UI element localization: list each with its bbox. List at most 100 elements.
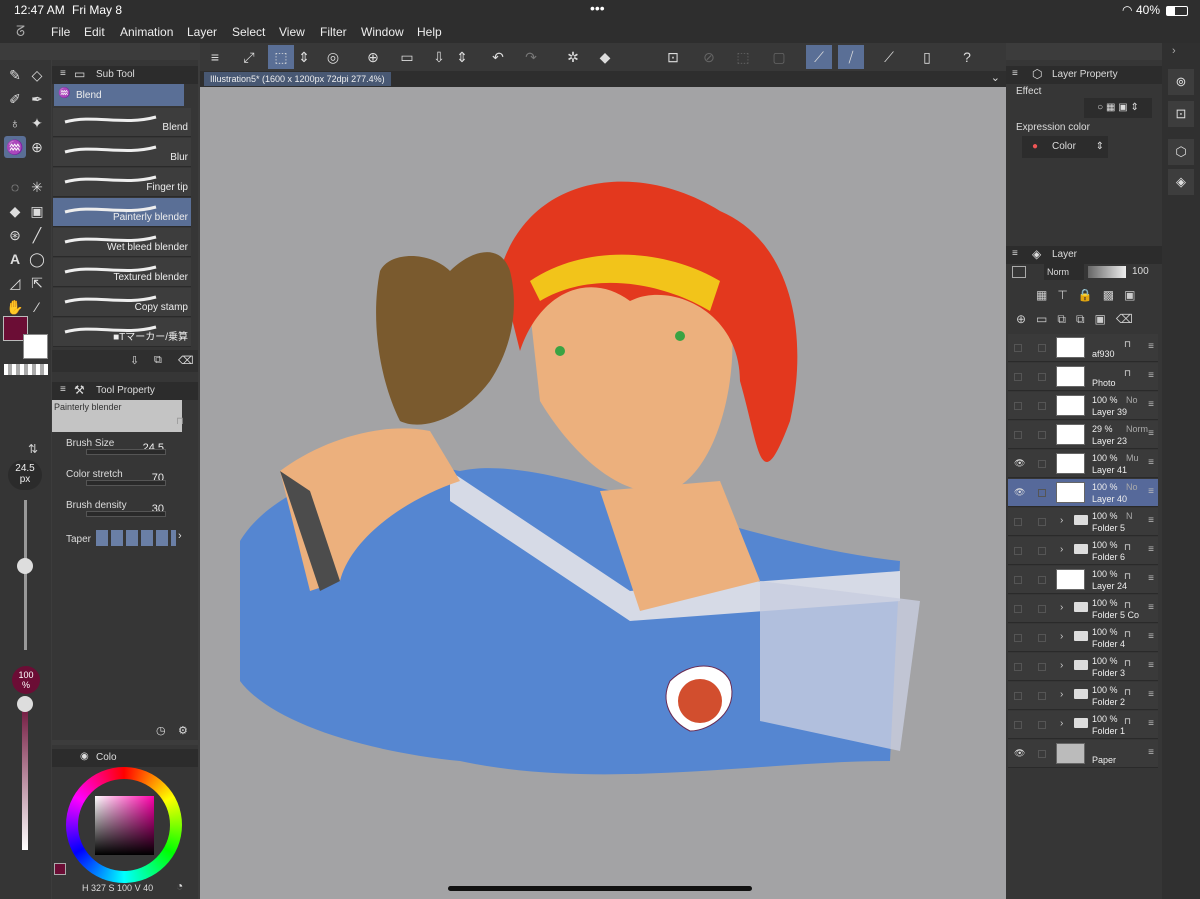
balloon-icon[interactable]: ◯ [26,248,48,270]
loading-spinner-icon[interactable]: ✲ [560,45,586,69]
undo-icon[interactable]: ↶ [485,45,511,69]
clear-icon[interactable]: ⊘ [696,45,722,69]
menu-window[interactable]: Window [361,25,404,39]
layer-menu-icon[interactable]: ≡ [1148,370,1154,381]
layer-color-icon[interactable] [1012,266,1026,278]
figure-icon[interactable]: ⊛ [4,224,26,246]
color-tab-icon[interactable]: ◉ [80,751,89,762]
copy-icon[interactable]: ⧉ [154,354,162,367]
crop-icon[interactable]: ⬚ [730,45,756,69]
layer-row[interactable]: › 100 % Folder 3 ⊓ ≡ [1008,653,1158,681]
multitask-dots[interactable]: ••• [590,0,605,16]
sub-color-swatch[interactable] [23,334,48,359]
opacity-handle[interactable] [17,696,33,712]
fill-icon[interactable]: ◆ [4,200,26,222]
visibility-toggle[interactable] [1014,547,1022,555]
layer-property-dock-icon[interactable]: ⬡ [1168,139,1194,165]
visibility-toggle[interactable] [1014,431,1022,439]
menu-file[interactable]: File [51,25,70,39]
layer-lock-toggle[interactable] [1038,489,1046,497]
visibility-toggle[interactable] [1014,721,1022,729]
layer-menu-icon[interactable]: ≡ [1148,341,1154,352]
hand-icon[interactable]: ✋ [4,296,26,318]
app-logo-icon[interactable]: ᘔ [16,23,25,40]
layer-menu-icon[interactable]: ≡ [1148,660,1154,671]
layer-lock-toggle[interactable] [1038,344,1046,352]
drag-handle-icon[interactable]: ≡ [60,384,66,395]
transform-icon[interactable]: ⊡ [660,45,686,69]
layer-toolbar-row1[interactable]: ▦⊤🔒▩▣ [1036,288,1145,302]
layer-menu-icon[interactable]: ≡ [1148,428,1154,439]
slider-settings-icon[interactable]: ⇅ [28,442,38,456]
fill-bucket-icon[interactable]: ◆ [592,45,618,69]
layer-row[interactable]: af930 ⊓ ≡ [1008,334,1158,362]
layer-menu-icon[interactable]: ≡ [1148,718,1154,729]
menu-view[interactable]: View [279,25,305,39]
visibility-toggle[interactable] [1014,344,1022,352]
save-icon[interactable]: ⇩ [426,45,452,69]
layer-lock-toggle[interactable] [1038,634,1046,642]
text-icon[interactable]: A [4,248,26,270]
pen-icon[interactable]: ✎ [4,64,26,86]
blend-brush-icon[interactable]: ⧸ [838,45,864,69]
visibility-toggle[interactable] [1014,576,1022,584]
eye-icon[interactable]: 👁 [1014,487,1025,498]
chevron-right-icon[interactable]: › [1060,689,1063,700]
brush-size-slider[interactable] [24,500,27,650]
layer-row[interactable]: › 100 % Folder 1 ⊓ ≡ [1008,711,1158,739]
chevron-right-icon[interactable]: › [1060,660,1063,671]
visibility-toggle[interactable] [1014,518,1022,526]
layer-dock-icon[interactable]: ◈ [1168,169,1194,195]
layer-menu-icon[interactable]: ≡ [1148,515,1154,526]
blend-tool-icon[interactable]: ♒ [4,136,26,158]
drag-handle-icon[interactable]: ≡ [1012,68,1018,79]
visibility-toggle[interactable] [1014,373,1022,381]
wrench-settings-icon[interactable]: ⚙ [178,724,188,737]
layer-row[interactable]: 👁 100 % Mu Layer 41 ≡ [1008,450,1158,478]
effect-buttons[interactable]: ○ ▦ ▣ ⇕ [1084,98,1152,118]
spiral-icon[interactable]: ◎ [320,45,346,69]
layer-menu-icon[interactable]: ≡ [1148,689,1154,700]
eraser-icon[interactable]: ◇ [26,64,48,86]
visibility-toggle[interactable] [1014,402,1022,410]
chevron-down-icon[interactable]: ⌄ [991,71,1000,84]
redo-icon[interactable]: ↷ [518,45,544,69]
layer-row[interactable]: › 100 % Folder 2 ⊓ ≡ [1008,682,1158,710]
magic-wand-icon[interactable]: ✳ [26,176,48,198]
visibility-toggle[interactable] [1014,605,1022,613]
gradient-icon[interactable]: ▣ [26,200,48,222]
layer-menu-icon[interactable]: ≡ [1148,457,1154,468]
brush-item[interactable]: Wet bleed blender [53,228,191,257]
layer-menu-icon[interactable]: ≡ [1148,486,1154,497]
layer-row[interactable]: 100 % Layer 24 ⊓ ≡ [1008,566,1158,594]
layer-menu-icon[interactable]: ≡ [1148,399,1154,410]
marker-icon[interactable]: ✒ [26,88,48,110]
visibility-toggle[interactable] [1014,692,1022,700]
layer-row[interactable]: › 100 % Folder 4 ⊓ ≡ [1008,624,1158,652]
chevron-right-icon[interactable]: › [1060,718,1063,729]
trash-icon[interactable]: ⌫ [178,354,194,367]
color-stretch-bar[interactable] [86,480,166,486]
hue-ring[interactable] [66,767,182,883]
saturation-value-square[interactable] [95,796,154,855]
layer-lock-toggle[interactable] [1038,547,1046,555]
layer-menu-icon[interactable]: ≡ [1148,747,1154,758]
navigator-icon[interactable]: ⊚ [1168,69,1194,95]
open-folder-icon[interactable]: ▭ [394,45,420,69]
home-indicator[interactable] [448,886,752,891]
pointer-select-icon[interactable]: ⬚ [268,45,294,69]
brush-item[interactable]: Painterly blender [53,198,191,227]
layer-row[interactable]: › 100 % N Folder 5 ≡ [1008,508,1158,536]
menu-help[interactable]: Help [417,25,442,39]
move-icon[interactable]: ⇱ [26,272,48,294]
color-mini-swatch[interactable] [54,863,66,875]
canvas-size-icon[interactable]: ⤢ [236,45,262,69]
select-all-icon[interactable]: ▢ [766,45,792,69]
layer-row[interactable]: › 100 % Folder 5 Co ⊓ ≡ [1008,595,1158,623]
brush-item[interactable]: Blur [53,138,191,167]
brush-item[interactable]: Finger tip [53,168,191,197]
menu-edit[interactable]: Edit [84,25,105,39]
layer-lock-toggle[interactable] [1038,721,1046,729]
brush-item[interactable]: Textured blender [53,258,191,287]
brush-size-handle[interactable] [17,558,33,574]
